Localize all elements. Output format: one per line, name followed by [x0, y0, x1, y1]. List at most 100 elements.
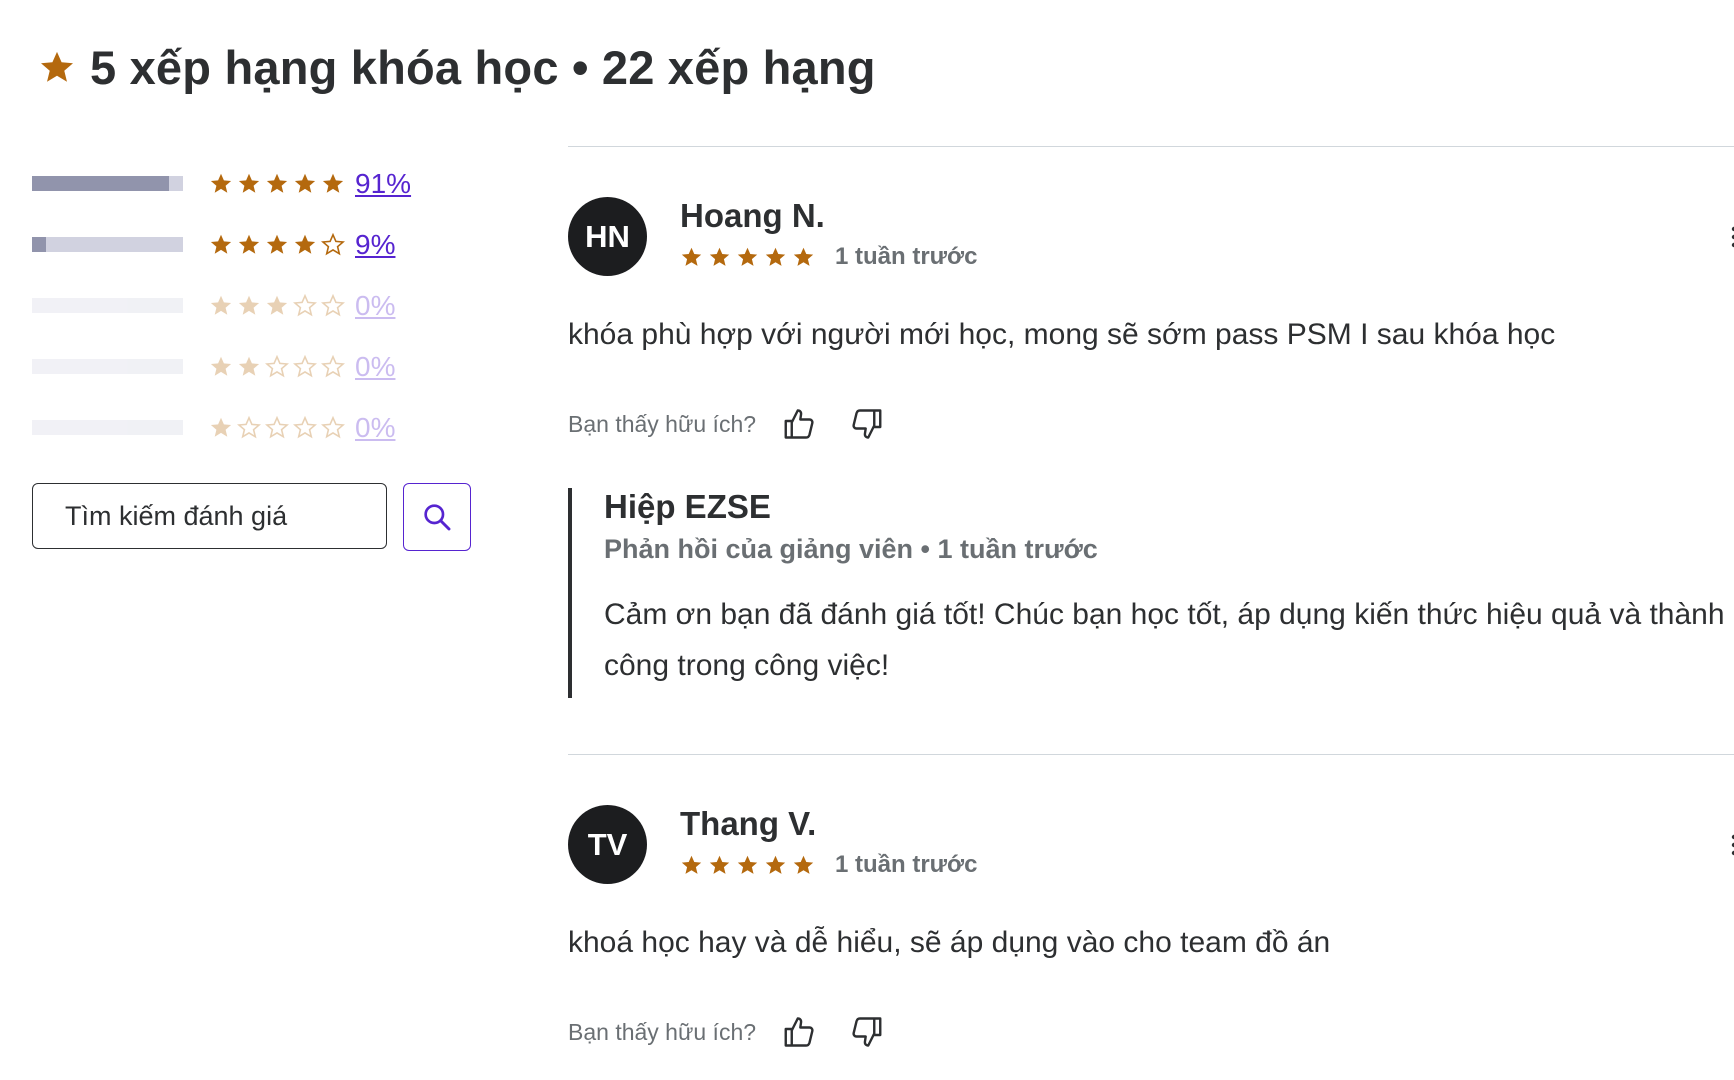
star-filled-icon	[737, 855, 758, 874]
helpful-no-button[interactable]	[846, 1012, 886, 1052]
star-empty-icon	[265, 415, 289, 438]
reviews-list: HN Hoang N. 1 tuần trước khóa phù hợp vớ…	[568, 146, 1734, 1052]
review-text: khoá học hay và dễ hiểu, sẽ áp dụng vào …	[568, 926, 1331, 959]
star-rating	[209, 354, 345, 379]
star-empty-icon	[237, 415, 261, 438]
star-filled-icon	[322, 173, 344, 193]
star-empty-icon	[293, 354, 317, 377]
review-date: 1 tuần trước	[835, 851, 978, 878]
star-empty-icon	[265, 354, 289, 377]
instructor-name: Hiệp EZSE	[604, 488, 771, 525]
star-filled-icon	[681, 247, 702, 266]
histogram-row-3: 0%	[32, 275, 512, 336]
star-empty-icon	[293, 293, 317, 316]
star-rating	[680, 854, 815, 877]
star-filled-icon	[793, 247, 814, 266]
rating-bar	[32, 237, 183, 252]
star-filled-icon	[793, 855, 814, 874]
rating-percent-link[interactable]: 9%	[355, 229, 395, 261]
rating-bar	[32, 176, 183, 191]
star-empty-icon	[321, 415, 345, 438]
star-filled-icon	[238, 234, 260, 254]
helpful-yes-button[interactable]	[780, 404, 820, 444]
review-meta: Thang V. 1 tuần trước	[680, 805, 977, 879]
star-rating	[209, 172, 345, 196]
star-filled-icon	[709, 855, 730, 874]
rating-summary-header: 5 xếp hạng khóa học • 22 xếp hạng	[38, 40, 876, 95]
helpful-prompt: Bạn thấy hữu ích?	[568, 1012, 1734, 1052]
more-vertical-icon[interactable]	[1730, 225, 1734, 249]
star-rating	[209, 415, 345, 440]
response-subtitle: Phản hồi của giảng viên • 1 tuần trước	[604, 534, 1098, 564]
review-rating: 1 tuần trước	[680, 851, 977, 879]
star-filled-icon	[210, 356, 232, 376]
star-empty-icon	[293, 415, 317, 438]
rating-summary-title: 5 xếp hạng khóa học • 22 xếp hạng	[90, 41, 876, 94]
star-filled-icon	[238, 295, 260, 315]
rating-percent-link: 0%	[355, 289, 396, 321]
star-filled-icon	[210, 173, 232, 193]
helpful-no-button[interactable]	[846, 404, 886, 444]
review-item: HN Hoang N. 1 tuần trước khóa phù hợp vớ…	[568, 147, 1734, 754]
star-filled-icon	[294, 234, 316, 254]
review-date: 1 tuần trước	[835, 243, 978, 270]
review-header: HN Hoang N. 1 tuần trước	[568, 197, 1734, 276]
review-header: TV Thang V. 1 tuần trước	[568, 805, 1734, 884]
star-rating	[209, 232, 345, 257]
instructor-response: Hiệp EZSE Phản hồi của giảng viên • 1 tu…	[568, 488, 1734, 698]
reviewer-name: Thang V.	[680, 805, 817, 842]
avatar: TV	[568, 805, 647, 884]
rating-bar	[32, 298, 183, 313]
histogram-row-2: 0%	[32, 336, 512, 397]
star-filled-icon	[210, 234, 232, 254]
star-empty-icon	[321, 293, 345, 316]
star-icon	[41, 51, 73, 82]
rating-percent-link: 0%	[355, 411, 396, 443]
star-filled-icon	[294, 173, 316, 193]
helpful-yes-button[interactable]	[780, 1012, 820, 1052]
helpful-prompt: Bạn thấy hữu ích?	[568, 404, 1734, 444]
rating-bar-fill	[32, 237, 46, 252]
thumbs-down-icon	[852, 409, 882, 439]
star-filled-icon	[266, 173, 288, 193]
star-rating	[680, 246, 815, 269]
review-meta: Hoang N. 1 tuần trước	[680, 197, 977, 271]
review-text: khóa phù hợp với người mới học, mong sẽ …	[568, 318, 1556, 351]
star-filled-icon	[765, 855, 786, 874]
helpful-label: Bạn thấy hữu ích?	[568, 1018, 757, 1045]
search-button[interactable]	[403, 483, 471, 551]
search-reviews-input[interactable]	[32, 483, 387, 549]
rating-histogram: 91% 9% 0% 0% 0%	[32, 153, 512, 458]
thumbs-up-icon	[784, 409, 814, 439]
histogram-row-1: 0%	[32, 397, 512, 458]
review-item: TV Thang V. 1 tuần trước khoá học hay và…	[568, 755, 1734, 1052]
more-vertical-icon[interactable]	[1730, 833, 1734, 857]
thumbs-up-icon	[784, 1017, 814, 1047]
star-filled-icon	[765, 247, 786, 266]
review-rating: 1 tuần trước	[680, 243, 977, 271]
histogram-row-5[interactable]: 91%	[32, 153, 512, 214]
star-filled-icon	[210, 295, 232, 315]
helpful-label: Bạn thấy hữu ích?	[568, 410, 757, 437]
histogram-row-4[interactable]: 9%	[32, 214, 512, 275]
review-search	[32, 483, 471, 551]
search-icon	[424, 504, 451, 531]
star-empty-icon	[321, 354, 345, 377]
star-filled-icon	[238, 356, 260, 376]
avatar: HN	[568, 197, 647, 276]
star-rating	[209, 293, 345, 318]
star-filled-icon	[709, 247, 730, 266]
star-filled-icon	[737, 247, 758, 266]
star-filled-icon	[266, 295, 288, 315]
star-filled-icon	[266, 234, 288, 254]
rating-percent-link: 0%	[355, 350, 396, 382]
rating-bar	[32, 420, 183, 435]
response-text: Cảm ơn bạn đã đánh giá tốt! Chúc bạn học…	[604, 598, 1725, 682]
rating-percent-link[interactable]: 91%	[355, 168, 411, 200]
star-filled-icon	[681, 855, 702, 874]
star-filled-icon	[210, 417, 232, 437]
thumbs-down-icon	[852, 1017, 882, 1047]
star-filled-icon	[238, 173, 260, 193]
reviewer-name: Hoang N.	[680, 197, 825, 234]
rating-bar	[32, 359, 183, 374]
